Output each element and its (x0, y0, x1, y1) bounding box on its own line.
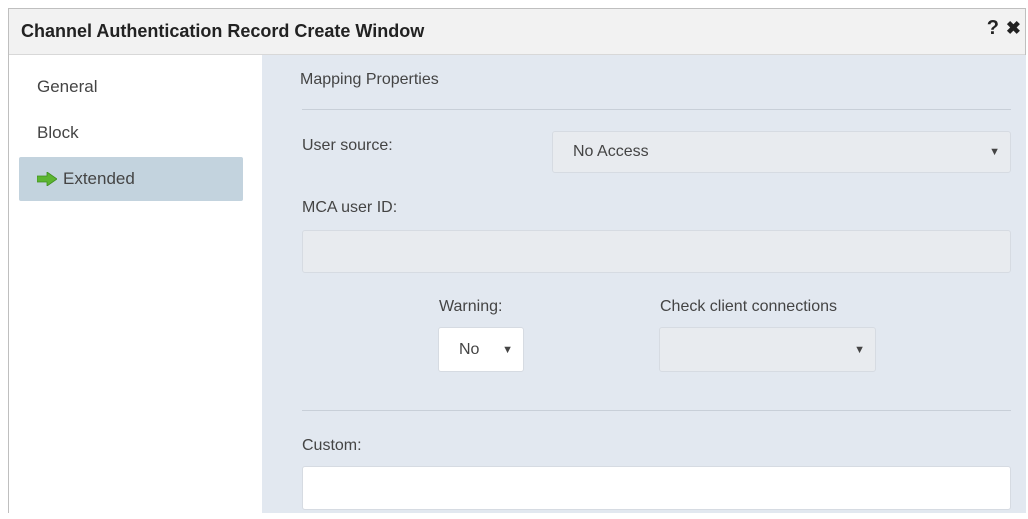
sidebar-item-block[interactable]: Block (19, 111, 243, 155)
mca-user-id-label: MCA user ID: (302, 199, 398, 216)
custom-input[interactable] (302, 466, 1011, 510)
close-icon[interactable]: ✖ (1006, 18, 1021, 39)
divider (302, 109, 1011, 110)
warning-value: No (459, 340, 480, 358)
warning-select[interactable]: No ▼ (438, 327, 524, 372)
check-client-connections-label: Check client connections (660, 298, 837, 315)
sidebar-item-label: Block (37, 123, 79, 142)
sidebar-item-label: General (37, 77, 98, 96)
main-content: Mapping Properties User source: No Acces… (262, 55, 1026, 513)
user-source-label: User source: (302, 137, 393, 154)
sidebar: General Block Extended (9, 55, 262, 513)
window-title: Channel Authentication Record Create Win… (21, 21, 425, 41)
create-window: Channel Authentication Record Create Win… (8, 8, 1026, 513)
user-source-select[interactable]: No Access ▼ (552, 131, 1011, 173)
caret-down-icon: ▼ (989, 146, 1000, 158)
sidebar-item-general[interactable]: General (19, 65, 243, 109)
sidebar-item-label: Extended (63, 169, 135, 188)
caret-down-icon: ▼ (854, 343, 865, 356)
title-bar: Channel Authentication Record Create Win… (9, 9, 1025, 55)
check-client-connections-select[interactable]: ▼ (659, 327, 876, 372)
custom-label: Custom: (302, 437, 362, 454)
sidebar-item-extended[interactable]: Extended (19, 157, 243, 201)
divider (302, 410, 1011, 411)
user-source-value: No Access (573, 143, 649, 160)
section-title: Mapping Properties (300, 71, 439, 88)
mca-user-id-input[interactable] (302, 230, 1011, 273)
warning-label: Warning: (439, 298, 503, 315)
green-arrow-right-icon (37, 172, 57, 186)
help-icon[interactable]: ? (987, 17, 999, 40)
caret-down-icon: ▼ (502, 343, 513, 356)
